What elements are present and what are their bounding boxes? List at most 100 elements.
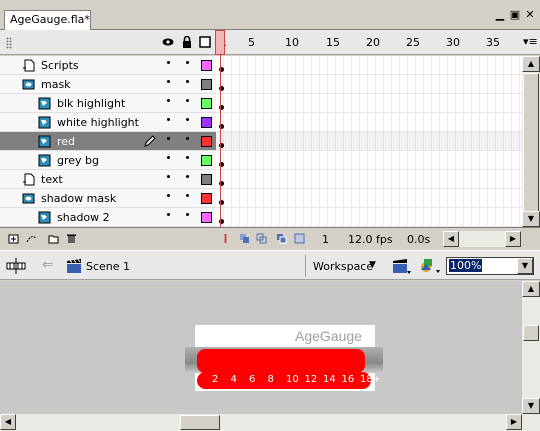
layer-row[interactable]: white highlight (0, 113, 216, 132)
gauge-tick-label: 12 (304, 374, 318, 385)
playhead-marker[interactable] (215, 30, 225, 55)
edit-multiple-frames-icon[interactable] (276, 233, 287, 244)
timeline-toggle-icon[interactable] (6, 257, 26, 275)
scroll-left-button[interactable]: ◀ (443, 231, 459, 247)
scroll-thumb[interactable] (523, 73, 539, 223)
layer-row[interactable]: shadow 2 (0, 208, 216, 227)
frame-row[interactable] (216, 94, 522, 113)
lock-dot[interactable] (186, 213, 189, 216)
scroll-right-button[interactable]: ▶ (506, 414, 522, 430)
visibility-dot[interactable] (167, 61, 170, 64)
visibility-dot[interactable] (167, 137, 170, 140)
timeline-vscrollbar[interactable]: ▲ ▼ (522, 56, 540, 227)
visibility-dot[interactable] (167, 175, 170, 178)
lock-dot[interactable] (186, 156, 189, 159)
panel-grip-icon[interactable] (6, 37, 12, 49)
frame-grid[interactable] (216, 56, 522, 227)
minimize-button[interactable]: ▁ (493, 8, 507, 22)
scroll-up-button[interactable]: ▲ (522, 56, 540, 72)
frame-row[interactable] (216, 189, 522, 208)
insert-folder-icon[interactable] (48, 233, 59, 244)
lock-dot[interactable] (186, 175, 189, 178)
outline-color-swatch[interactable] (201, 79, 212, 90)
visibility-dot[interactable] (167, 118, 170, 121)
layer-row[interactable]: grey bg (0, 151, 216, 170)
layer-row[interactable]: blk highlight (0, 94, 216, 113)
onion-skin-outlines-icon[interactable] (256, 233, 267, 244)
visibility-dot[interactable] (167, 99, 170, 102)
document-tab[interactable]: AgeGauge.fla* (4, 10, 91, 30)
outline-color-swatch[interactable] (201, 174, 212, 185)
gauge-red-bar[interactable] (197, 349, 365, 373)
outline-color-swatch[interactable] (201, 193, 212, 204)
restore-button[interactable]: ▣ (508, 8, 522, 22)
stage-hscrollbar[interactable]: ◀ ▶ (0, 414, 522, 431)
delete-layer-icon[interactable] (66, 233, 77, 244)
visibility-dot[interactable] (167, 80, 170, 83)
scroll-left-button[interactable]: ◀ (0, 414, 16, 430)
edit-symbols-icon[interactable] (418, 256, 442, 276)
center-frame-icon[interactable] (220, 233, 231, 244)
edit-scene-icon[interactable] (392, 257, 412, 275)
lock-dot[interactable] (186, 61, 189, 64)
zoom-dropdown-button[interactable]: ▼ (517, 258, 533, 274)
zoom-combobox[interactable]: 100% ▼ (446, 257, 534, 275)
stage-vscrollbar[interactable]: ▲ ▼ (522, 281, 540, 431)
outline-color-swatch[interactable] (201, 60, 212, 71)
frame-row[interactable] (216, 151, 522, 170)
scroll-down-button[interactable]: ▼ (522, 398, 540, 414)
outline-color-swatch[interactable] (201, 117, 212, 128)
frame-row[interactable] (216, 170, 522, 189)
lock-dot[interactable] (186, 137, 189, 140)
lock-dot[interactable] (186, 80, 189, 83)
current-frame: 1 (322, 233, 329, 246)
scroll-thumb[interactable] (523, 325, 539, 341)
zoom-value[interactable]: 100% (449, 259, 483, 272)
workspace-menu[interactable]: Workspace (313, 260, 373, 273)
stage-title-text[interactable]: AgeGauge (295, 328, 362, 344)
frame-row[interactable] (216, 113, 522, 132)
visibility-dot[interactable] (167, 194, 170, 197)
eye-icon[interactable] (162, 36, 174, 48)
layer-row[interactable]: text (0, 170, 216, 189)
modify-onion-markers-icon[interactable] (294, 233, 305, 244)
add-motion-guide-icon[interactable] (26, 233, 37, 244)
frame-row[interactable] (216, 208, 522, 227)
outline-color-swatch[interactable] (201, 98, 212, 109)
outline-color-swatch[interactable] (201, 136, 212, 147)
chevron-down-icon[interactable]: ▼ (369, 260, 376, 270)
outline-icon[interactable] (199, 36, 211, 48)
panel-menu-icon[interactable]: ▾≡ (523, 35, 538, 48)
stage-area[interactable]: AgeGauge 2 4 6 8 10 12 14 16 18+ (0, 281, 522, 431)
visibility-dot[interactable] (167, 213, 170, 216)
outline-color-swatch[interactable] (201, 155, 212, 166)
frame-ruler[interactable]: 1 5 10 15 20 25 30 35 (216, 30, 522, 55)
layer-row[interactable]: mask (0, 75, 216, 94)
scroll-right-button[interactable]: ▶ (505, 231, 521, 247)
frame-rate: 12.0 fps (348, 233, 393, 246)
insert-layer-icon[interactable] (8, 233, 19, 244)
frame-row[interactable] (216, 132, 522, 151)
onion-skin-icon[interactable] (239, 233, 250, 244)
layer-row[interactable]: red (0, 132, 216, 151)
close-button[interactable]: ✕ (523, 8, 537, 22)
lock-dot[interactable] (186, 99, 189, 102)
frame-row[interactable] (216, 56, 522, 75)
scroll-thumb[interactable] (180, 415, 220, 430)
scene-label[interactable]: Scene 1 (86, 260, 130, 273)
back-arrow-icon[interactable]: ⇐ (42, 257, 54, 273)
lock-dot[interactable] (186, 118, 189, 121)
frame-row[interactable] (216, 75, 522, 94)
visibility-dot[interactable] (167, 156, 170, 159)
scroll-up-button[interactable]: ▲ (522, 281, 540, 297)
stage-canvas[interactable]: AgeGauge 2 4 6 8 10 12 14 16 18+ (185, 325, 383, 391)
lock-icon[interactable] (181, 36, 193, 48)
timeline-hscroll-track[interactable] (459, 231, 505, 247)
layer-row[interactable]: Scripts (0, 56, 216, 75)
gauge-tick-label: 16 (341, 374, 355, 385)
outline-color-swatch[interactable] (201, 212, 212, 223)
ruler-label: 10 (285, 36, 299, 49)
layer-row[interactable]: shadow mask (0, 189, 216, 208)
scroll-down-button[interactable]: ▼ (522, 211, 540, 227)
lock-dot[interactable] (186, 194, 189, 197)
